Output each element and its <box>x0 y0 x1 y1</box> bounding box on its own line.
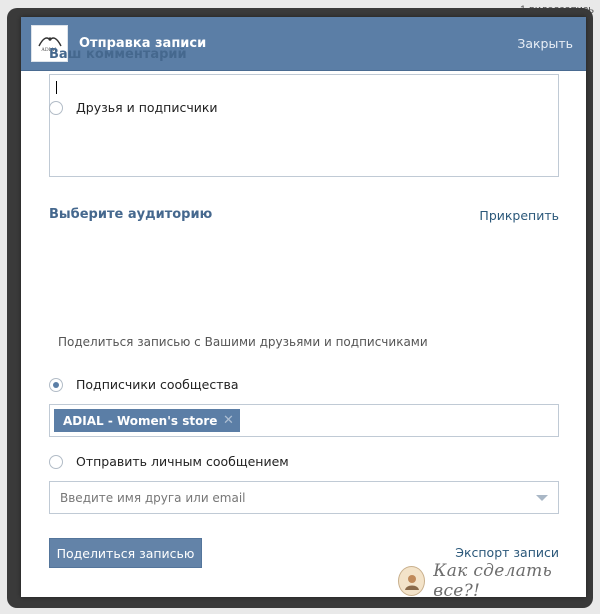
community-token: ADIAL - Women's store ✕ <box>54 409 241 432</box>
share-button[interactable]: Поделиться записью <box>49 538 202 568</box>
logo-emblem-icon <box>37 37 62 47</box>
radio-private-label: Отправить личным сообщением <box>76 454 289 469</box>
community-token-label: ADIAL - Women's store <box>63 413 218 428</box>
friend-email-placeholder: Введите имя друга или email <box>60 490 246 505</box>
audience-title: Выберите аудиторию <box>49 207 213 222</box>
text-caret <box>56 81 57 94</box>
radio-friends-label: Друзья и подписчики <box>76 100 218 115</box>
close-link[interactable]: Закрыть <box>517 36 573 51</box>
watermark-text: Как сделать все?! <box>433 561 553 601</box>
friends-hint: Поделиться записью с Вашими друзьями и п… <box>58 335 428 349</box>
radio-private-message[interactable]: Отправить личным сообщением <box>49 454 289 469</box>
chevron-down-icon[interactable] <box>536 494 548 501</box>
attach-link[interactable]: Прикрепить <box>479 208 559 223</box>
radio-subscribers-icon[interactable] <box>49 377 63 392</box>
watermark-avatar-icon <box>398 566 426 596</box>
radio-friends-icon[interactable] <box>49 100 63 115</box>
site-watermark: Как сделать все?! <box>398 560 588 602</box>
radio-subscribers-label: Подписчики сообщества <box>76 377 239 392</box>
radio-friends-and-followers[interactable]: Друзья и подписчики <box>49 100 218 115</box>
community-token-field[interactable]: ADIAL - Women's store ✕ <box>49 404 559 437</box>
radio-private-icon[interactable] <box>49 454 63 469</box>
share-dialog: ADIAL Отправка записи Закрыть Ваш коммен… <box>21 17 586 597</box>
friend-email-input[interactable]: Введите имя друга или email <box>49 481 559 514</box>
comment-title: Ваш комментарий <box>49 47 187 62</box>
radio-community-subscribers[interactable]: Подписчики сообщества <box>49 377 239 392</box>
comment-input[interactable] <box>49 74 559 177</box>
remove-token-icon[interactable]: ✕ <box>222 413 234 428</box>
export-link[interactable]: Экспорт записи <box>455 545 559 560</box>
dialog-header: ADIAL Отправка записи Закрыть <box>21 17 586 71</box>
